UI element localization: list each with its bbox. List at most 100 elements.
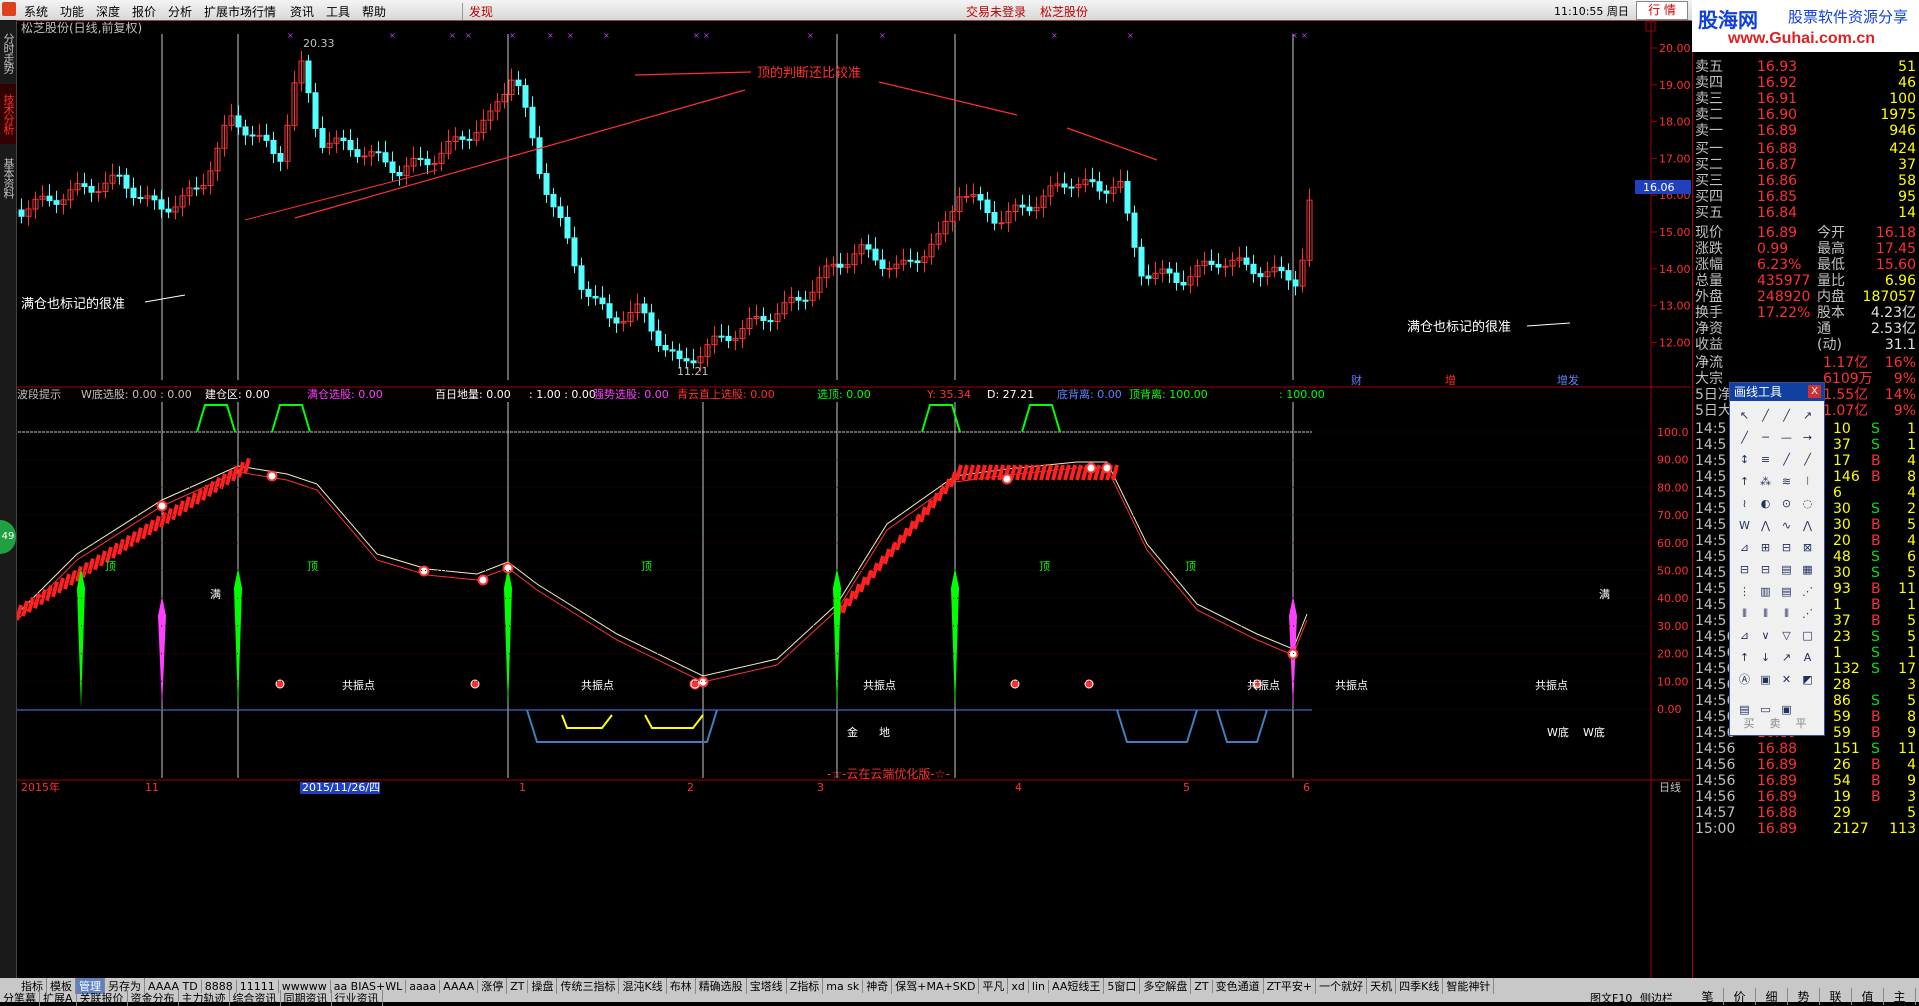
quote-tab-3[interactable]: 势 [1788, 988, 1820, 1005]
function-tab[interactable]: 关联报价 [77, 990, 128, 1006]
menu-item-depth[interactable]: 深度 [96, 3, 120, 20]
draw-tool-icon[interactable]: ⦚ [1797, 471, 1818, 493]
tab-minute-chart[interactable]: 分时走势 [0, 24, 16, 82]
indicator-tab[interactable]: 天机 [1367, 978, 1397, 994]
indicator-tab[interactable]: ZT [507, 980, 529, 993]
draw-tool-icon[interactable]: ◐ [1755, 493, 1776, 515]
menu-item-system[interactable]: 系统 [24, 3, 48, 20]
draw-tool-icon[interactable]: ⦀ [1776, 603, 1797, 625]
draw-tool-icon[interactable]: ⦀ [1734, 603, 1755, 625]
indicator-tab[interactable]: 宝塔线 [747, 978, 787, 994]
menu-item-extended-market[interactable]: 扩展市场行情 [204, 3, 276, 20]
draw-tool-icon[interactable]: ⋮ [1734, 581, 1755, 603]
draw-tool-icon[interactable]: ∨ [1755, 625, 1776, 647]
draw-tool-icon[interactable]: ⊿ [1734, 625, 1755, 647]
indicator-tab[interactable]: AAAA [440, 980, 479, 993]
draw-tool-icon[interactable]: ↓ [1755, 647, 1776, 669]
draw-tool-buy[interactable]: 买 [1736, 715, 1762, 731]
draw-tool-icon[interactable]: ▣ [1755, 669, 1776, 691]
indicator-tab[interactable]: 布林 [667, 978, 696, 994]
draw-tool-icon[interactable]: ▤ [1776, 559, 1797, 581]
menu-item-function[interactable]: 功能 [60, 3, 84, 20]
indicator-tab[interactable]: Z指标 [787, 978, 824, 994]
draw-tool-icon[interactable]: ⊟ [1755, 559, 1776, 581]
function-tab[interactable]: 分笔幕 [0, 990, 40, 1006]
tab-fundamentals[interactable]: 基本资料 [0, 148, 16, 208]
indicator-tab[interactable]: aaaa [406, 980, 441, 993]
indicator-tab[interactable]: 一个就好 [1316, 978, 1368, 994]
draw-tool-icon[interactable]: ╱ [1734, 427, 1755, 449]
indicator-tab[interactable]: 智能神针 [1443, 978, 1495, 994]
function-tab[interactable]: 扩展A [40, 990, 77, 1006]
draw-tool-icon[interactable]: ⊟ [1776, 537, 1797, 559]
indicator-tab[interactable]: 平凡 [979, 978, 1009, 994]
draw-tool-icon[interactable]: ▦ [1797, 559, 1818, 581]
indicator-tab[interactable]: 四季K线 [1396, 978, 1444, 994]
quote-tab-6[interactable]: 主 [1884, 988, 1916, 1005]
quote-tab-4[interactable]: 联 [1820, 988, 1852, 1005]
indicator-tab[interactable]: lin [1029, 980, 1050, 993]
draw-tool-icon[interactable]: ↑ [1734, 471, 1755, 493]
indicator-tab[interactable]: 传统三指标 [557, 978, 620, 994]
indicator-tab[interactable]: 多空解盘 [1140, 978, 1192, 994]
draw-tool-icon[interactable]: ⋰ [1797, 603, 1818, 625]
indicator-tab[interactable]: 涨停 [478, 978, 508, 994]
draw-tool-icon[interactable]: W [1734, 515, 1755, 537]
function-tab[interactable]: 行业资讯 [332, 990, 383, 1006]
quote-tab-2[interactable]: 细 [1756, 988, 1788, 1005]
draw-tool-icon[interactable]: ⦀ [1755, 603, 1776, 625]
indicator-tab[interactable]: xd [1008, 980, 1029, 993]
draw-tool-flat[interactable]: 平 [1788, 715, 1814, 731]
draw-tool-icon[interactable]: ▥ [1755, 581, 1776, 603]
menu-item-discover[interactable]: 发现 [462, 3, 493, 20]
draw-tool-icon[interactable]: ✕ [1776, 669, 1797, 691]
tab-technical-analysis[interactable]: 技术分析 [0, 84, 16, 144]
indicator-tab[interactable]: ma sk [823, 980, 864, 993]
draw-tool-icon[interactable]: ╱ [1797, 449, 1818, 471]
quote-tab-1[interactable]: 价 [1724, 988, 1756, 1005]
draw-tool-icon[interactable]: ≡ [1755, 449, 1776, 471]
side-toggle-icon[interactable]: 49 [0, 520, 16, 554]
login-status[interactable]: 交易未登录 [966, 3, 1026, 20]
draw-tool-icon[interactable]: ▤ [1776, 581, 1797, 603]
draw-tool-icon[interactable]: ⁂ [1755, 471, 1776, 493]
indicator-tab[interactable]: 神奇 [863, 978, 893, 994]
draw-tool-icon[interactable]: ≋ [1776, 471, 1797, 493]
draw-tool-icon[interactable]: ≀ [1734, 493, 1755, 515]
indicator-tab[interactable]: 变色通道 [1213, 978, 1264, 994]
draw-tool-icon[interactable]: ⋰ [1797, 581, 1818, 603]
draw-tool-icon[interactable]: ⊠ [1797, 537, 1818, 559]
draw-tool-icon[interactable]: Ⓐ [1734, 669, 1755, 691]
market-button[interactable]: 行 情 [1636, 1, 1688, 20]
function-tab[interactable]: 同期资讯 [281, 990, 332, 1006]
draw-tool-icon[interactable]: ⊙ [1776, 493, 1797, 515]
draw-tool-icon[interactable] [1797, 691, 1818, 713]
draw-tool-icon[interactable]: ─ [1755, 427, 1776, 449]
indicator-tab[interactable]: 保驾+MA+SKD [892, 978, 980, 994]
draw-tool-icon[interactable]: □ [1797, 625, 1818, 647]
draw-tool-icon[interactable]: ⊿ [1734, 537, 1755, 559]
draw-tool-sell[interactable]: 卖 [1762, 715, 1788, 731]
draw-tool-icon[interactable]: ↑ [1734, 647, 1755, 669]
draw-tool-icon[interactable]: ⊟ [1734, 559, 1755, 581]
function-tab[interactable]: 主力轨迹 [179, 990, 230, 1006]
menu-item-quote[interactable]: 报价 [132, 3, 156, 20]
draw-tool-icon[interactable]: — [1776, 427, 1797, 449]
indicator-tab[interactable]: ZT [1191, 980, 1213, 993]
draw-tool-close-icon[interactable]: X [1808, 385, 1821, 398]
draw-tool-icon[interactable]: ↕ [1734, 449, 1755, 471]
indicator-tab[interactable]: 混沌K线 [619, 978, 667, 994]
quote-tab-0[interactable]: 笔 [1692, 988, 1724, 1005]
menu-item-info[interactable]: 资讯 [290, 3, 314, 20]
draw-tool-icon[interactable]: ◩ [1797, 669, 1818, 691]
draw-tool-icon[interactable]: ⋀ [1797, 515, 1818, 537]
draw-tool-palette[interactable]: 画线工具 X ↖ ╱ ╱ ↗╱ ─ — →↕ ≡ ╱ ╱↑ ⁂ ≋ ⦚≀ ◐ ⊙ ◌W ⋀ ∿ ⋀⊿ ⊞ ⊟ ⊠⊟ ⊟ ▤ ▦⋮… [1729, 382, 1825, 736]
indicator-tab[interactable]: AA短线王 [1049, 978, 1105, 994]
menu-item-analysis[interactable]: 分析 [168, 3, 192, 20]
indicator-tab[interactable]: 精确选股 [696, 978, 747, 994]
function-tab[interactable]: 综合资讯 [230, 990, 281, 1006]
draw-tool-icon[interactable]: ◌ [1797, 493, 1818, 515]
menu-item-help[interactable]: 帮助 [362, 3, 386, 20]
draw-tool-icon[interactable]: ↗ [1797, 405, 1818, 427]
kline-chart[interactable]: × × × × × × × × × × × × × × × × 20.0019.0018.0017.0016.… [17, 20, 1691, 978]
